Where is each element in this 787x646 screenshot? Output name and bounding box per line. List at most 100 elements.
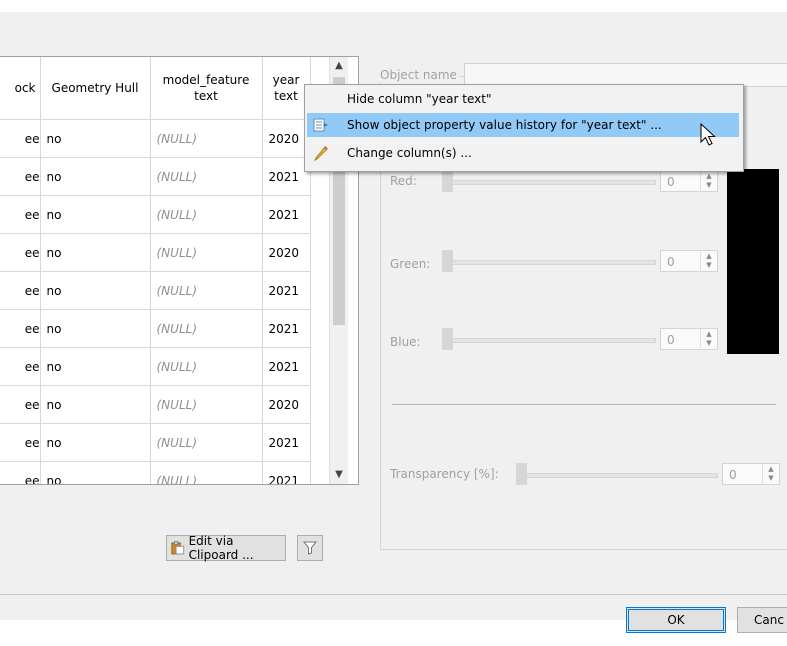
menu-item-label: Hide column "year text" bbox=[347, 92, 492, 106]
attribute-grid: ock Geometry Hull model_feature text year… bbox=[0, 57, 311, 484]
model-feature-text-cell[interactable]: (NULL) bbox=[150, 119, 263, 158]
block-cell[interactable]: ee bbox=[0, 309, 41, 348]
year-text-cell[interactable]: 2020 bbox=[262, 119, 311, 158]
menu-item-hide-column[interactable]: Hide column "year text" bbox=[307, 87, 739, 111]
model-feature-text-cell[interactable]: (NULL) bbox=[150, 423, 263, 462]
spin-arrows-icon[interactable]: ▲ ▼ bbox=[700, 171, 717, 192]
cancel-button[interactable]: Canc bbox=[737, 607, 787, 633]
year-text-cell[interactable]: 2021 bbox=[262, 309, 311, 348]
column-header-model-feature-text[interactable]: model_feature text bbox=[150, 57, 263, 120]
scroll-down-arrow-icon[interactable]: ▼ bbox=[330, 466, 348, 484]
block-cell[interactable]: ee bbox=[0, 347, 41, 386]
year-text-cell[interactable]: 2021 bbox=[262, 195, 311, 234]
transparency-label: Transparency [%]: bbox=[390, 467, 499, 481]
table-row[interactable]: ee no (NULL) 2021 bbox=[0, 271, 311, 310]
year-text-cell[interactable]: 2021 bbox=[262, 423, 311, 462]
green-spinbox[interactable]: 0 ▲ ▼ bbox=[660, 250, 718, 272]
table-row[interactable]: ee no (NULL) 2020 bbox=[0, 233, 311, 272]
model-feature-text-cell[interactable]: (NULL) bbox=[150, 233, 263, 272]
menu-item-label: Show object property value history for "… bbox=[347, 118, 662, 132]
model-feature-text-cell[interactable]: (NULL) bbox=[150, 385, 263, 424]
table-row[interactable]: ee no (NULL) 2021 bbox=[0, 309, 311, 348]
year-text-cell[interactable]: 2021 bbox=[262, 347, 311, 386]
transparency-value: 0 bbox=[729, 468, 737, 482]
block-cell[interactable]: ee bbox=[0, 195, 41, 234]
geometry-hull-cell[interactable]: no bbox=[40, 347, 151, 386]
block-cell[interactable]: ee bbox=[0, 157, 41, 196]
geometry-hull-cell[interactable]: no bbox=[40, 423, 151, 462]
red-slider-track[interactable] bbox=[444, 180, 656, 185]
block-cell[interactable]: ee bbox=[0, 423, 41, 462]
blue-label: Blue: bbox=[390, 335, 421, 349]
menu-item-change-columns[interactable]: Change column(s) ... bbox=[307, 141, 739, 165]
green-slider-row: Green: 0 ▲ ▼ bbox=[390, 250, 720, 274]
button-bar-divider bbox=[0, 594, 787, 595]
spin-arrows-icon[interactable]: ▲ ▼ bbox=[762, 464, 779, 485]
table-row[interactable]: ee no (NULL) 2021 bbox=[0, 461, 311, 484]
geometry-hull-cell[interactable]: no bbox=[40, 157, 151, 196]
geometry-hull-cell[interactable]: no bbox=[40, 119, 151, 158]
year-text-cell[interactable]: 2021 bbox=[262, 271, 311, 310]
table-row[interactable]: ee no (NULL) 2021 bbox=[0, 195, 311, 234]
block-cell[interactable]: ee bbox=[0, 233, 41, 272]
column-header-geometry-hull[interactable]: Geometry Hull bbox=[40, 57, 151, 120]
red-slider-handle[interactable] bbox=[442, 170, 453, 192]
column-header-year-text[interactable]: year text bbox=[262, 57, 311, 120]
blue-slider-track[interactable] bbox=[444, 338, 656, 343]
spin-arrows-icon[interactable]: ▲ ▼ bbox=[700, 329, 717, 350]
green-slider-track[interactable] bbox=[444, 260, 656, 265]
blue-value: 0 bbox=[667, 333, 675, 347]
block-cell[interactable]: ee bbox=[0, 119, 41, 158]
green-label: Green: bbox=[390, 257, 431, 271]
ok-button[interactable]: OK bbox=[626, 607, 726, 633]
object-name-label: Object name bbox=[378, 68, 459, 82]
transparency-spinbox[interactable]: 0 ▲ ▼ bbox=[722, 463, 780, 485]
year-text-cell[interactable]: 2021 bbox=[262, 157, 311, 196]
blue-slider-handle[interactable] bbox=[442, 328, 453, 350]
model-feature-text-cell[interactable]: (NULL) bbox=[150, 271, 263, 310]
block-cell[interactable]: ee bbox=[0, 385, 41, 424]
year-text-cell[interactable]: 2020 bbox=[262, 385, 311, 424]
red-slider-row: Red: 0 ▲ ▼ bbox=[390, 170, 720, 194]
geometry-hull-cell[interactable]: no bbox=[40, 271, 151, 310]
menu-item-show-value-history[interactable]: Show object property value history for "… bbox=[307, 113, 739, 137]
transparency-slider-track[interactable] bbox=[516, 473, 718, 478]
table-header-row: ock Geometry Hull model_feature text year… bbox=[0, 57, 311, 120]
model-feature-text-cell[interactable]: (NULL) bbox=[150, 157, 263, 196]
mouse-cursor-icon bbox=[700, 123, 716, 146]
table-row[interactable]: ee no (NULL) 2020 bbox=[0, 385, 311, 424]
blue-spinbox[interactable]: 0 ▲ ▼ bbox=[660, 328, 718, 350]
green-value: 0 bbox=[667, 255, 675, 269]
geometry-hull-cell[interactable]: no bbox=[40, 309, 151, 348]
edit-via-clipboard-label: Edit via Clipoard ... bbox=[188, 534, 254, 562]
geometry-hull-cell[interactable]: no bbox=[40, 233, 151, 272]
block-cell[interactable]: ee bbox=[0, 271, 41, 310]
block-cell[interactable]: ee bbox=[0, 461, 41, 484]
scroll-up-arrow-icon[interactable]: ▲ bbox=[330, 57, 348, 75]
clipboard-icon bbox=[171, 541, 185, 555]
color-preview-swatch bbox=[727, 169, 779, 354]
year-text-cell[interactable]: 2020 bbox=[262, 233, 311, 272]
filter-button[interactable] bbox=[297, 535, 323, 561]
geometry-hull-cell[interactable]: no bbox=[40, 461, 151, 484]
red-spinbox[interactable]: 0 ▲ ▼ bbox=[660, 170, 718, 192]
column-header-block[interactable]: ock bbox=[0, 57, 41, 120]
table-row[interactable]: ee no (NULL) 2021 bbox=[0, 157, 311, 196]
geometry-hull-cell[interactable]: no bbox=[40, 385, 151, 424]
geometry-hull-cell[interactable]: no bbox=[40, 195, 151, 234]
model-feature-text-cell[interactable]: (NULL) bbox=[150, 195, 263, 234]
spin-arrows-icon[interactable]: ▲ ▼ bbox=[700, 251, 717, 272]
column-context-menu: Hide column "year text" Show object prop… bbox=[304, 84, 744, 172]
transparency-slider-handle[interactable] bbox=[516, 463, 527, 485]
divider bbox=[392, 404, 776, 405]
model-feature-text-cell[interactable]: (NULL) bbox=[150, 461, 263, 484]
table-row[interactable]: ee no (NULL) 2020 bbox=[0, 119, 311, 158]
table-row[interactable]: ee no (NULL) 2021 bbox=[0, 423, 311, 462]
table-row[interactable]: ee no (NULL) 2021 bbox=[0, 347, 311, 386]
model-feature-text-cell[interactable]: (NULL) bbox=[150, 347, 263, 386]
filter-icon bbox=[303, 541, 317, 555]
green-slider-handle[interactable] bbox=[442, 250, 453, 272]
year-text-cell[interactable]: 2021 bbox=[262, 461, 311, 484]
edit-via-clipboard-button[interactable]: Edit via Clipoard ... bbox=[166, 534, 286, 562]
model-feature-text-cell[interactable]: (NULL) bbox=[150, 309, 263, 348]
